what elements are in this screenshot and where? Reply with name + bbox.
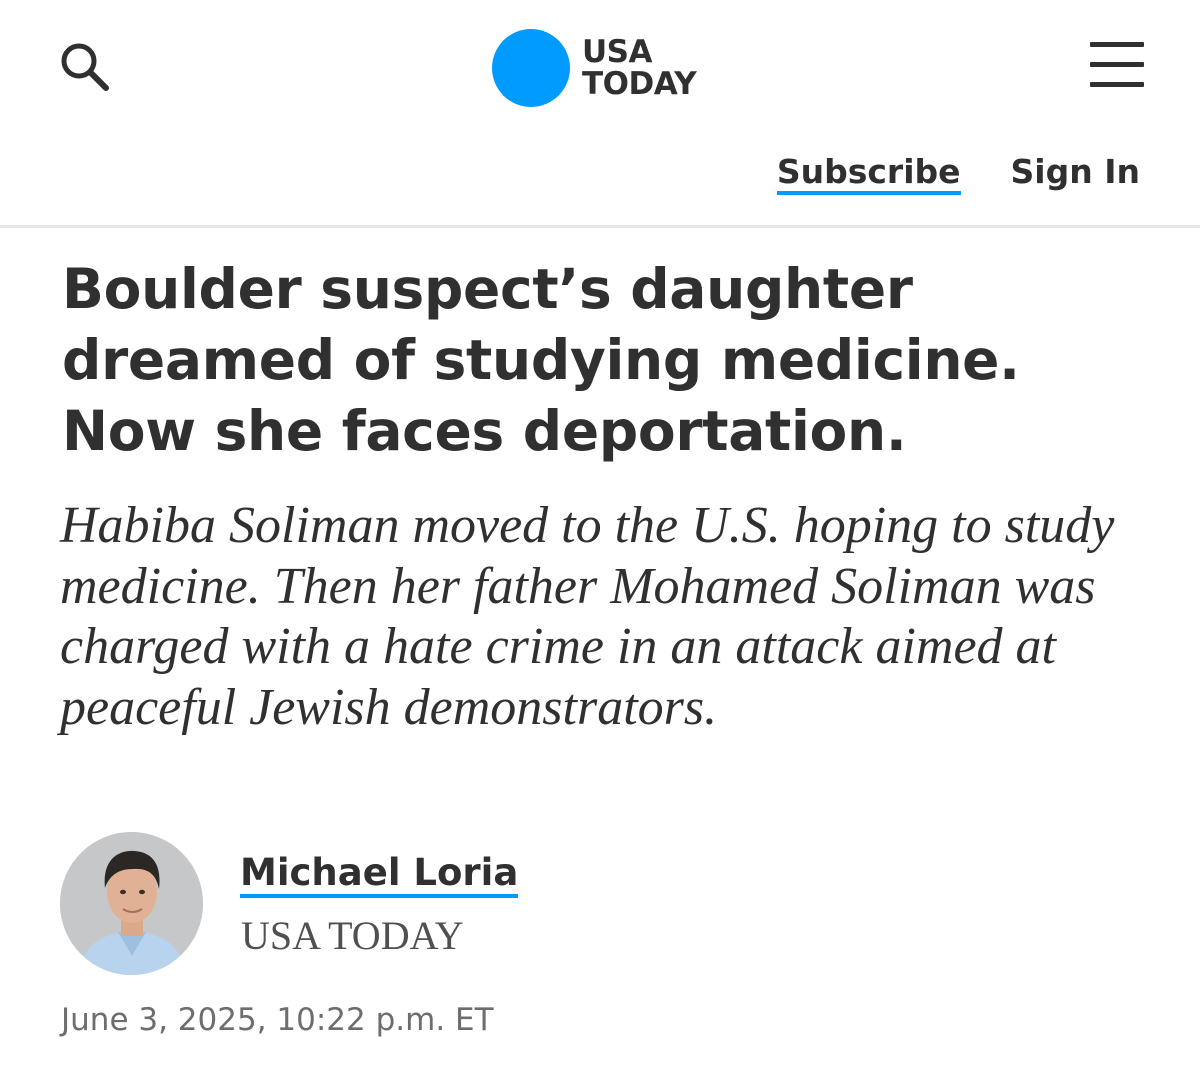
subscribe-link[interactable]: Subscribe: [776, 152, 961, 195]
article-page: USA TODAY Subscribe Sign In Boulder susp…: [0, 0, 1200, 1077]
logo-wordmark: USA TODAY: [582, 34, 697, 102]
author-photo: [60, 832, 203, 975]
sign-in-link[interactable]: Sign In: [1011, 152, 1140, 195]
search-button[interactable]: [56, 38, 114, 96]
logo-line-1: USA: [582, 34, 653, 70]
menu-button[interactable]: [1086, 40, 1146, 90]
article-headline: Boulder suspect’s daughter dreamed of st…: [62, 257, 1020, 463]
publish-date: June 3, 2025, 10:22 p.m. ET: [61, 1002, 494, 1038]
usa-today-logo[interactable]: USA TODAY: [492, 28, 697, 108]
account-links: Subscribe Sign In: [776, 152, 1140, 195]
byline: Michael Loria USA TODAY: [60, 832, 760, 982]
author-organization: USA TODAY: [241, 913, 464, 958]
logo-dot: [492, 29, 570, 107]
article-summary: Habiba Soliman moved to the U.S. hoping …: [60, 497, 1115, 736]
search-icon: [61, 43, 109, 91]
author-name-link[interactable]: Michael Loria: [240, 852, 519, 898]
author-avatar[interactable]: [60, 832, 203, 975]
site-header: USA TODAY Subscribe Sign In: [0, 0, 1200, 228]
logo-line-2: TODAY: [582, 66, 697, 102]
